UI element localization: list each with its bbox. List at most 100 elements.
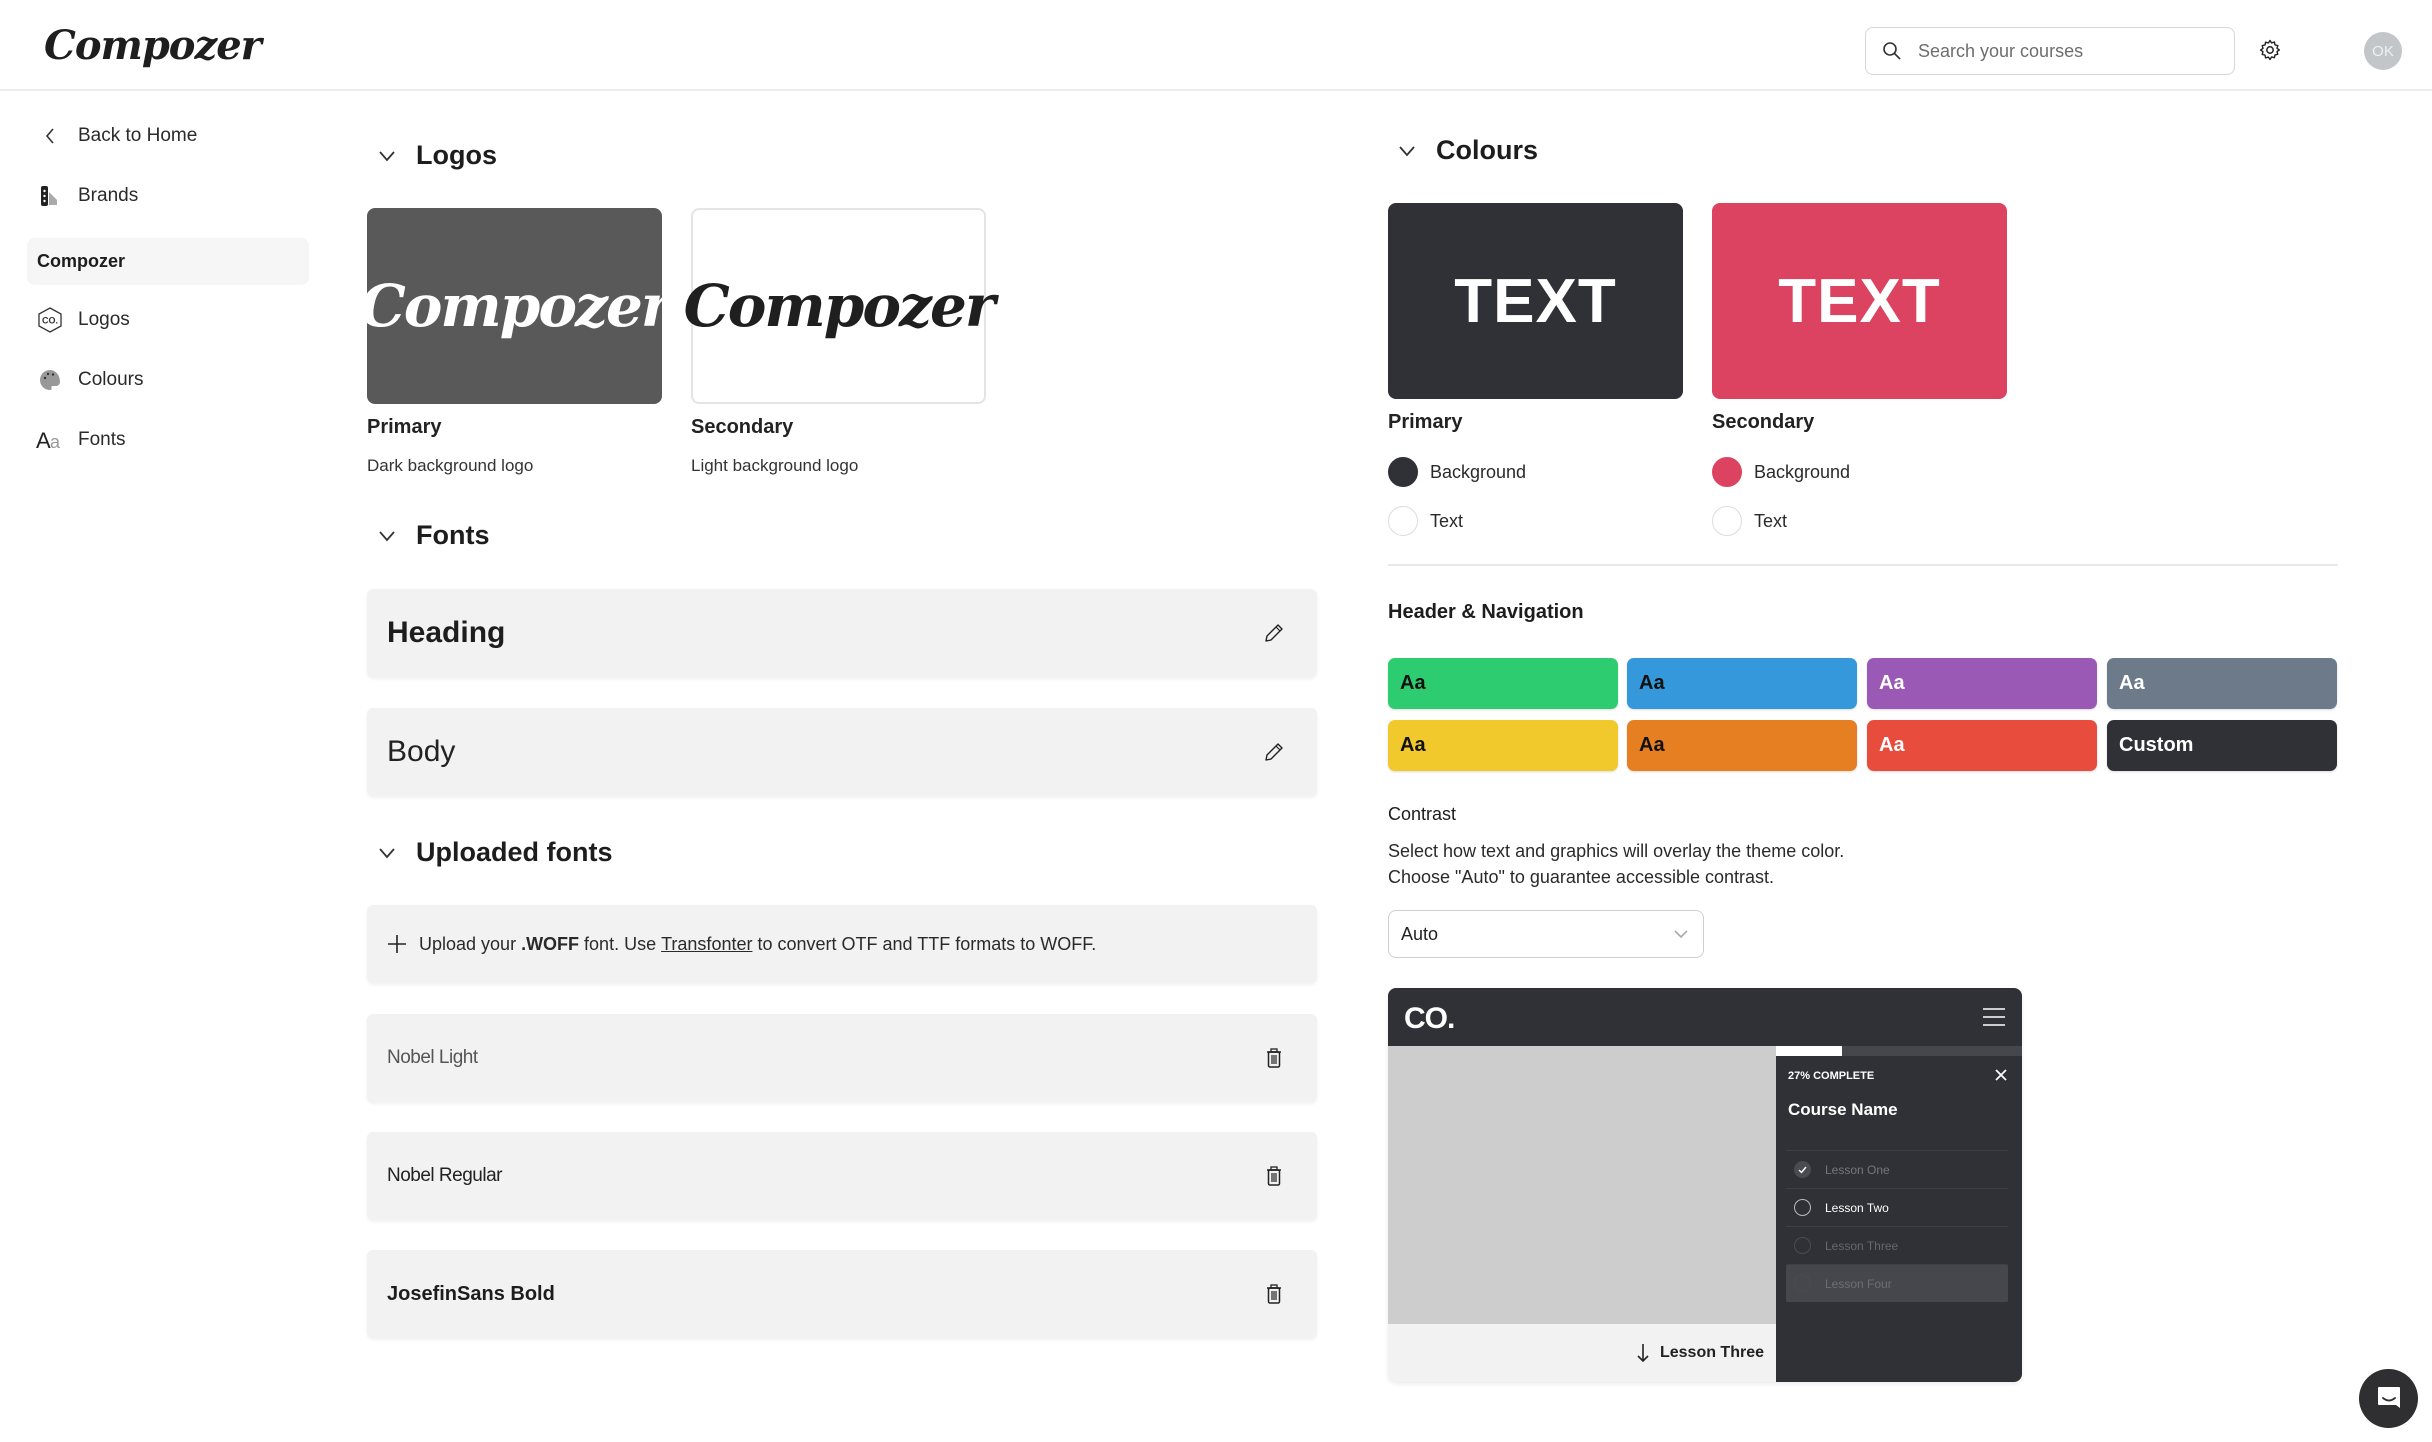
svg-text:CO.: CO. (42, 316, 58, 326)
contrast-select[interactable]: Auto (1388, 910, 1704, 958)
header-nav-color-tile[interactable]: Aa (1388, 720, 1618, 771)
color-dot (1388, 506, 1418, 536)
upload-font-button[interactable]: Upload your .WOFF font. Use Transfonter … (367, 905, 1317, 983)
preview-logo: CO. (1404, 1002, 1455, 1035)
lesson-label: Lesson Two (1825, 1200, 1889, 1215)
trash-icon[interactable] (1263, 1047, 1285, 1069)
secondary-background-option[interactable]: Background (1712, 457, 1850, 487)
chevron-left-icon (36, 122, 64, 150)
section-heading: Colours (1436, 135, 1539, 165)
uploaded-font-name: Nobel Light (387, 1047, 478, 1068)
sidebar-item-colours[interactable]: Colours (36, 366, 143, 394)
transfonter-link[interactable]: Transfonter (661, 934, 752, 955)
chevron-down-icon (379, 150, 395, 161)
search-box[interactable] (1865, 27, 2235, 75)
secondary-logo-title: Secondary (691, 416, 794, 438)
section-heading: Fonts (416, 520, 490, 550)
color-option-label: Background (1754, 461, 1851, 482)
lesson-item[interactable]: Lesson Two (1786, 1188, 2008, 1226)
secondary-colour-swatch[interactable]: TEXT (1712, 203, 2007, 399)
uploaded-font-row[interactable]: JosefinSans Bold (367, 1250, 1317, 1338)
contrast-description: Select how text and graphics will overla… (1388, 838, 1844, 890)
upload-middle: font. Use (579, 933, 662, 954)
secondary-text-option[interactable]: Text (1712, 506, 1787, 536)
lesson-label: Lesson Three (1825, 1238, 1899, 1253)
font-aa-icon: Aa (36, 426, 64, 454)
swatch-book-icon (36, 182, 64, 210)
contrast-label: Contrast (1388, 804, 1457, 824)
lesson-list: Lesson One Lesson Two Lesson Three Lesson F… (1786, 1150, 2008, 1302)
header-nav-color-tile[interactable]: Aa (1388, 658, 1618, 709)
circle-icon (1794, 1199, 1811, 1216)
secondary-colour-title: Secondary (1712, 411, 1815, 433)
back-to-home-link[interactable]: Back to Home (36, 122, 197, 150)
sidebar-item-label: Brands (78, 185, 139, 206)
pencil-icon[interactable] (1263, 622, 1285, 644)
color-dot (1712, 506, 1742, 536)
header-navigation-label: Header & Navigation (1388, 601, 1584, 623)
search-icon (1883, 42, 1901, 60)
header-nav-color-tile[interactable]: Aa (1627, 658, 1857, 709)
primary-logo-card[interactable]: Compozer (360, 208, 671, 404)
header-nav-color-tile[interactable]: Aa (1867, 720, 2097, 771)
chat-launcher-button[interactable] (2359, 1369, 2418, 1428)
app-logo[interactable]: Compozer (44, 22, 262, 69)
section-heading: Uploaded fonts (416, 837, 613, 867)
close-icon[interactable] (1994, 1068, 2008, 1082)
header-nav-color-tile[interactable]: Custom (2107, 720, 2337, 771)
body-font-row[interactable]: Body (367, 708, 1317, 796)
avatar[interactable]: OK (2364, 32, 2402, 70)
preview-next-lesson[interactable]: Lesson Three (1388, 1324, 1776, 1382)
trash-icon[interactable] (1263, 1165, 1285, 1187)
logos-section-toggle[interactable]: Logos (378, 140, 497, 171)
uploaded-fonts-section-toggle[interactable]: Uploaded fonts (378, 837, 613, 868)
preview-content-area (1388, 1046, 1776, 1324)
progress-fill (1776, 1046, 1843, 1056)
heading-font-row[interactable]: Heading (367, 589, 1317, 677)
chevron-down-icon (1674, 930, 1688, 939)
contrast-description-line: Choose "Auto" to guarantee accessible co… (1388, 867, 1775, 887)
header-nav-color-tile[interactable]: Aa (2107, 658, 2337, 709)
primary-logo-title: Primary (367, 416, 442, 438)
preview-course-panel: 27% COMPLETE Course Name Lesson One Lesso… (1776, 1046, 2022, 1382)
search-input[interactable] (1918, 40, 2218, 62)
uploaded-font-row[interactable]: Nobel Regular (367, 1132, 1317, 1220)
uploaded-font-row[interactable]: Nobel Light (367, 1014, 1317, 1102)
lesson-item[interactable]: Lesson Four (1786, 1264, 2008, 1302)
upload-prefix: Upload your (419, 933, 522, 954)
secondary-logo-card[interactable]: Compozer (684, 208, 995, 404)
color-option-label: Background (1430, 461, 1527, 482)
font-row-label: Heading (387, 616, 506, 649)
primary-background-option[interactable]: Background (1388, 457, 1526, 487)
trash-icon[interactable] (1263, 1283, 1285, 1305)
pencil-icon[interactable] (1263, 741, 1285, 763)
lesson-item[interactable]: Lesson One (1786, 1150, 2008, 1188)
gear-icon[interactable] (2258, 38, 2282, 62)
colours-section-toggle[interactable]: Colours (1398, 135, 1538, 166)
course-name: Course Name (1788, 1100, 1898, 1119)
primary-colour-title: Primary (1388, 411, 1463, 433)
fonts-section-toggle[interactable]: Fonts (378, 520, 490, 551)
lesson-item[interactable]: Lesson Three (1786, 1226, 2008, 1264)
palette-icon (36, 366, 64, 394)
sidebar-item-brands[interactable]: Brands (36, 182, 138, 210)
primary-logo-subtitle: Dark background logo (367, 456, 534, 475)
sidebar-group-compozer[interactable]: Compozer (27, 238, 309, 285)
sidebar-item-logos[interactable]: CO. Logos (36, 306, 130, 334)
co-hexagon-icon: CO. (36, 306, 64, 334)
header-nav-color-tile[interactable]: Aa (1627, 720, 1857, 771)
uploaded-font-name: Nobel Regular (387, 1165, 502, 1186)
svg-text:a: a (50, 432, 61, 452)
header-nav-color-tile[interactable]: Aa (1867, 658, 2097, 709)
sidebar-item-fonts[interactable]: Aa Fonts (36, 426, 126, 454)
color-option-label: Text (1754, 510, 1788, 531)
chevron-down-icon (379, 847, 395, 858)
back-to-home-label: Back to Home (78, 125, 198, 146)
upload-format: .WOFF (521, 933, 580, 954)
circle-icon (1794, 1237, 1811, 1254)
sidebar-item-label: Fonts (78, 429, 126, 450)
sidebar-item-label: Colours (78, 369, 144, 390)
primary-colour-swatch[interactable]: TEXT (1388, 203, 1683, 399)
hamburger-icon[interactable] (1982, 1006, 2006, 1028)
primary-text-option[interactable]: Text (1388, 506, 1463, 536)
